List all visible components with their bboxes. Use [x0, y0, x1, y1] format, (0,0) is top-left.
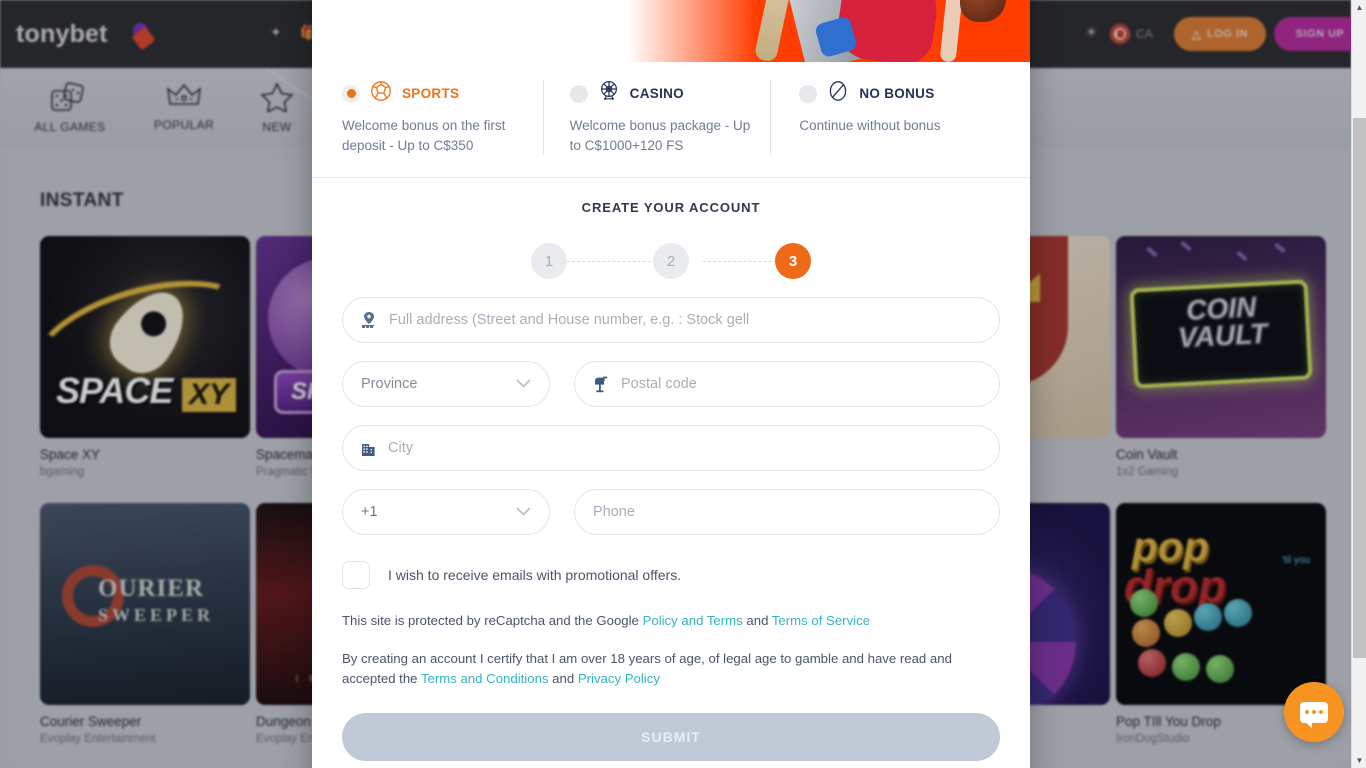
step-2[interactable]: 2 — [653, 243, 689, 280]
city-field[interactable]: City — [342, 425, 1000, 472]
bonus-desc-sports: Welcome bonus on the first deposit - Up … — [342, 118, 506, 153]
roulette-wheel-icon — [598, 80, 620, 107]
radio-sports[interactable] — [342, 84, 360, 103]
phone-field[interactable]: Phone — [574, 489, 1000, 536]
building-icon — [361, 440, 376, 457]
city-placeholder: City — [388, 440, 413, 457]
promo-checkbox-label: I wish to receive emails with promotiona… — [388, 567, 682, 584]
chat-bubble-icon — [1300, 701, 1328, 728]
chat-support-button[interactable] — [1284, 682, 1344, 742]
province-placeholder: Province — [361, 376, 418, 393]
submit-button[interactable]: SUBMIT — [342, 712, 1000, 761]
address-field[interactable]: Full address (Street and House number, e… — [342, 297, 1000, 344]
promo-checkbox[interactable] — [342, 561, 370, 590]
soccer-ball-icon — [370, 80, 392, 107]
mailbox-icon — [593, 376, 609, 393]
step-connector — [567, 261, 661, 263]
scroll-down-icon[interactable]: ▼ — [1352, 753, 1366, 768]
step-1[interactable]: 1 — [531, 243, 567, 280]
postal-code-field[interactable]: Postal code — [574, 361, 1000, 408]
bonus-label-no-bonus: NO BONUS — [859, 86, 935, 101]
form-row-province-postal: Province Postal code — [342, 361, 1000, 408]
radio-casino[interactable] — [569, 84, 588, 103]
create-account-title: CREATE YOUR ACCOUNT — [581, 200, 761, 216]
bonus-label-sports: SPORTS — [402, 86, 460, 101]
registration-modal: SPORTS Welcome bonus on the first deposi… — [312, 0, 1030, 768]
dial-code-value: +1 — [361, 504, 378, 521]
promo-consent-row[interactable]: I wish to receive emails with promotiona… — [342, 561, 1000, 590]
scroll-up-icon[interactable]: ▲ — [1352, 0, 1366, 15]
step-indicator: 1 2 3 — [531, 243, 811, 280]
app-root: Already have an account? tonybet ✦ 🎁 ☀ C… — [0, 0, 1366, 768]
registration-form: Full address (Street and House number, e… — [312, 279, 1030, 761]
age-certification-notice: By creating an account I certify that I … — [342, 649, 1000, 689]
no-entry-icon — [827, 80, 849, 107]
form-row-phone: +1 Phone — [342, 489, 1000, 536]
address-placeholder: Full address (Street and House number, e… — [389, 312, 750, 329]
step-3[interactable]: 3 — [775, 243, 811, 280]
terms-and-conditions-link[interactable]: Terms and Conditions — [421, 671, 549, 686]
certify-text-2: and — [548, 670, 578, 686]
chevron-down-icon — [516, 504, 531, 520]
chevron-down-icon — [516, 376, 531, 392]
bonus-selector: SPORTS Welcome bonus on the first deposi… — [312, 62, 1030, 179]
modal-body: CREATE YOUR ACCOUNT 1 2 3 Full address (… — [312, 178, 1030, 761]
recaptcha-text-1: This site is protected by reCaptcha and … — [342, 613, 643, 629]
bonus-desc-no-bonus: Continue without bonus — [799, 118, 941, 133]
map-pin-icon — [361, 311, 377, 329]
privacy-policy-link[interactable]: Privacy Policy — [578, 671, 660, 686]
postal-code-placeholder: Postal code — [621, 376, 697, 393]
policy-and-terms-link[interactable]: Policy and Terms — [643, 613, 743, 628]
sports-athlete-illustration — [706, 0, 1006, 62]
province-select[interactable]: Province — [342, 361, 550, 408]
recaptcha-text-2: and — [742, 613, 772, 629]
form-row-city: City — [342, 425, 1000, 472]
form-row-address: Full address (Street and House number, e… — [342, 297, 1000, 344]
phone-placeholder: Phone — [593, 504, 635, 521]
recaptcha-notice: This site is protected by reCaptcha and … — [342, 611, 1000, 631]
bonus-option-sports[interactable]: SPORTS Welcome bonus on the first deposi… — [342, 80, 543, 155]
terms-of-service-link[interactable]: Terms of Service — [772, 613, 870, 628]
radio-no-bonus[interactable] — [799, 84, 818, 103]
bonus-option-no-bonus[interactable]: NO BONUS Continue without bonus — [770, 80, 1000, 156]
scrollbar-thumb[interactable] — [1353, 118, 1366, 658]
modal-hero-banner — [312, 0, 1030, 62]
bonus-label-casino: CASINO — [629, 86, 684, 101]
dial-code-select[interactable]: +1 — [342, 489, 550, 536]
page-scrollbar[interactable]: ▲ ▼ — [1351, 0, 1366, 768]
bonus-option-casino[interactable]: CASINO Welcome bonus package - Up to C$1… — [542, 80, 771, 156]
bonus-desc-casino: Welcome bonus package - Up to C$1000+120… — [569, 118, 751, 153]
